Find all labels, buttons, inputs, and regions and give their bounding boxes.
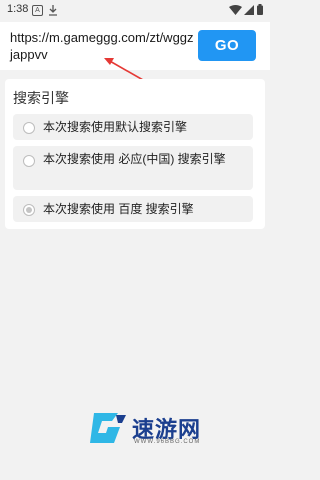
app-notification-icon: A [32,5,43,16]
engine-option-label: 本次搜索使用 必应(中国) 搜索引擎 [43,152,226,166]
radio-unchecked-icon[interactable] [23,122,35,134]
radio-unchecked-icon[interactable] [23,155,35,167]
status-time: 1:38 [7,3,29,15]
engine-option-label: 本次搜索使用默认搜索引擎 [43,120,188,134]
signal-icon [244,5,254,15]
engine-option-bing[interactable]: 本次搜索使用 必应(中国) 搜索引擎 [13,146,253,190]
engine-option-default[interactable]: 本次搜索使用默认搜索引擎 [13,114,253,140]
search-engine-title: 搜索引擎 [13,90,69,106]
watermark-domain: WWW.96BBG.COM [134,439,201,445]
engine-option-label: 本次搜索使用 百度 搜索引擎 [43,202,194,216]
radio-checked-icon[interactable] [23,204,35,216]
engine-option-baidu[interactable]: 本次搜索使用 百度 搜索引擎 [13,196,253,222]
go-button[interactable]: GO [198,30,256,61]
search-engine-card: 搜索引擎 本次搜索使用默认搜索引擎 本次搜索使用 必应(中国) 搜索引擎 本次搜… [5,79,265,229]
watermark-logo-icon [90,413,126,443]
download-icon [49,5,57,16]
watermark: 速游网 WWW.96BBG.COM [0,395,270,465]
battery-icon [257,4,263,15]
wifi-icon [229,5,242,15]
status-bar: 1:38 A [0,0,270,20]
